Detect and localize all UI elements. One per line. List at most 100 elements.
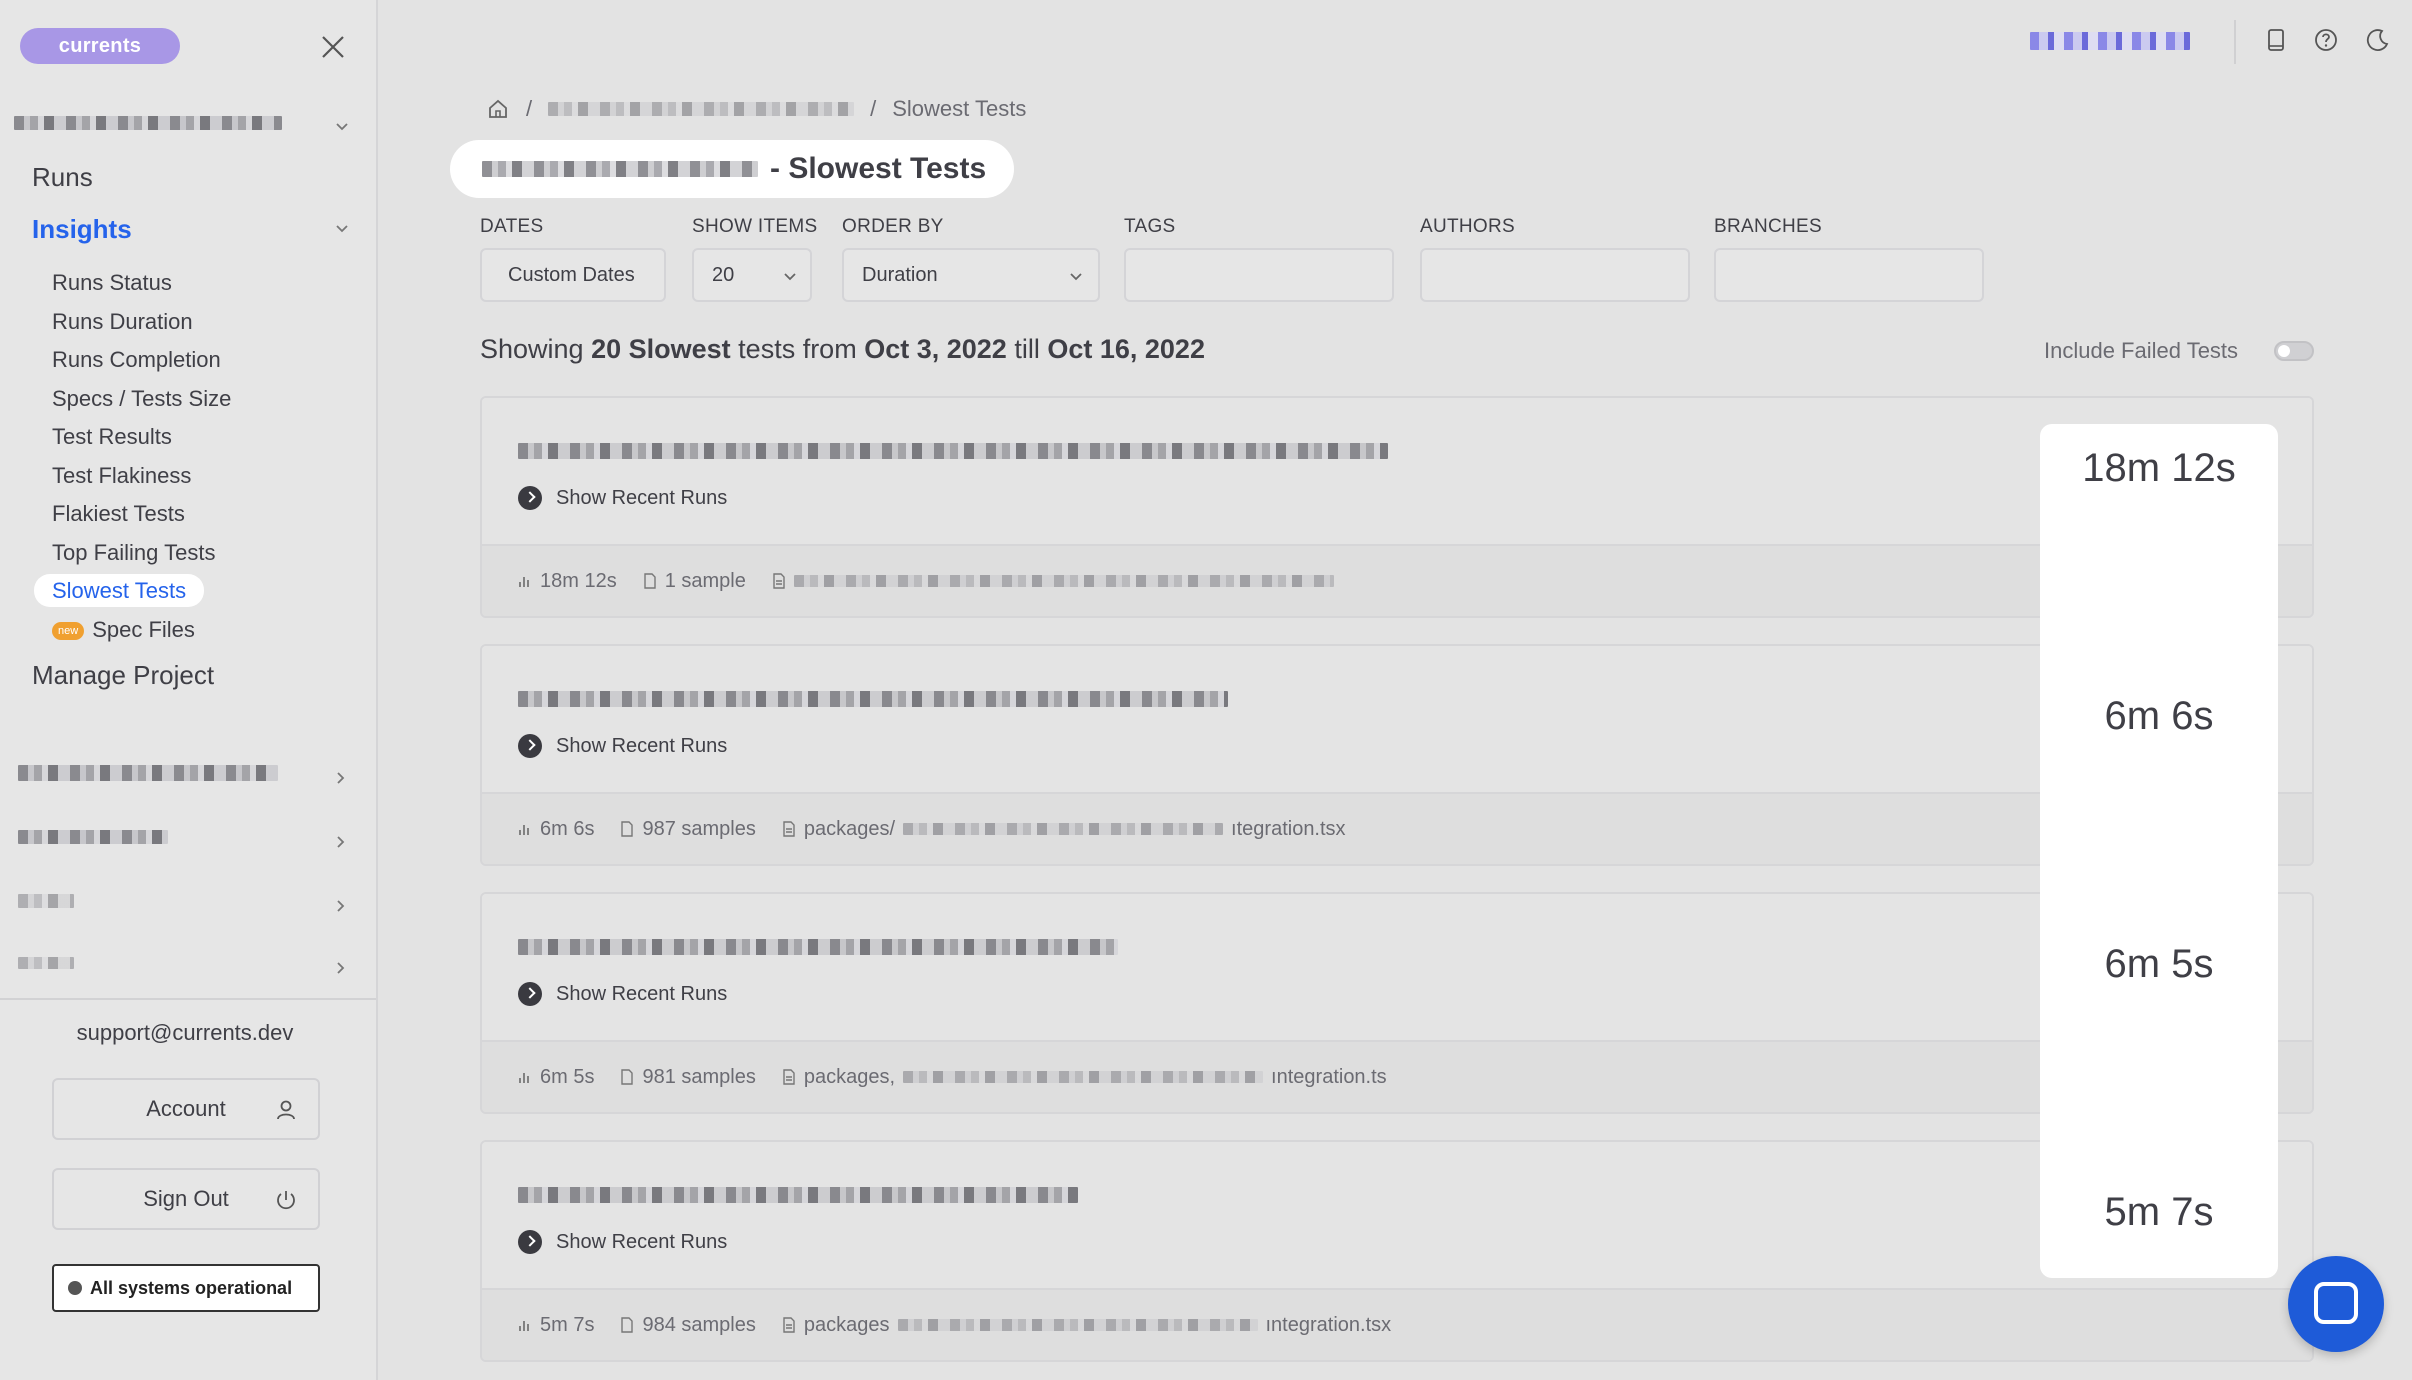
support-email[interactable]: support@currents.dev xyxy=(0,1020,370,1046)
test-title-redacted xyxy=(518,938,1118,956)
branches-label: BRANCHES xyxy=(1714,216,1822,237)
show-recent-runs-button[interactable]: Show Recent Runs xyxy=(518,1230,727,1254)
duration-meta: 18m 12s xyxy=(518,570,617,593)
test-title-redacted xyxy=(518,690,1228,708)
chevron-right-icon xyxy=(337,772,345,784)
moon-icon[interactable] xyxy=(2364,26,2392,54)
sidebar-item-test-results[interactable]: Test Results xyxy=(34,418,354,457)
duration-highlight xyxy=(2040,424,2278,1278)
breadcrumb-separator: / xyxy=(870,96,877,121)
document-icon xyxy=(783,821,795,837)
sidebar-org-item[interactable] xyxy=(18,828,358,858)
spec-file-meta[interactable]: packages/ıtegration.tsx xyxy=(782,818,1346,841)
summary-prefix: Showing xyxy=(480,334,584,364)
test-card-header: Show Recent Runs xyxy=(482,894,2312,1040)
sidebar-item-runs-status[interactable]: Runs Status xyxy=(34,264,354,303)
show-recent-runs-button[interactable]: Show Recent Runs xyxy=(518,982,727,1006)
authors-input[interactable] xyxy=(1420,248,1690,302)
sidebar-item-test-flakiness[interactable]: Test Flakiness xyxy=(34,457,354,496)
sidebar-org-item[interactable] xyxy=(18,764,358,794)
test-card: Show Recent Runs 6m 5s 981 samples packa… xyxy=(480,892,2314,1114)
order-by-select[interactable]: Duration xyxy=(842,248,1100,302)
test-card: Show Recent Runs 5m 7s 984 samples packa… xyxy=(480,1140,2314,1362)
file-icon xyxy=(621,1317,634,1333)
sidebar-item-top-failing-tests[interactable]: Top Failing Tests xyxy=(34,534,354,573)
page-title: - Slowest Tests xyxy=(450,140,1014,198)
test-card-meta: 6m 6s 987 samples packages/ıtegration.ts… xyxy=(482,792,2312,864)
sidebar-item-flakiest-tests[interactable]: Flakiest Tests xyxy=(34,495,354,534)
chevron-down-icon[interactable] xyxy=(332,218,352,238)
redacted-text xyxy=(18,764,278,781)
breadcrumb-separator: / xyxy=(526,96,533,121)
sign-out-button[interactable]: Sign Out xyxy=(52,1168,320,1230)
show-recent-runs-button[interactable]: Show Recent Runs xyxy=(518,734,727,758)
duration-meta: 6m 6s xyxy=(518,818,594,841)
new-badge: new xyxy=(52,621,85,640)
nav-runs[interactable]: Runs xyxy=(32,162,93,193)
spec-file-meta[interactable]: packages, ıntegration.ts xyxy=(782,1066,1387,1089)
chat-launcher-button[interactable] xyxy=(2288,1256,2384,1352)
redacted-text xyxy=(18,956,74,969)
show-recent-runs-label: Show Recent Runs xyxy=(556,1230,728,1253)
test-card-header: Show Recent Runs xyxy=(482,646,2312,792)
sidebar-item-runs-duration[interactable]: Runs Duration xyxy=(34,303,354,342)
duration-meta: 5m 7s xyxy=(518,1314,594,1337)
include-failed-toggle[interactable] xyxy=(2274,341,2314,361)
close-icon[interactable] xyxy=(318,32,348,62)
tags-input[interactable] xyxy=(1124,248,1394,302)
sidebar-item-runs-completion[interactable]: Runs Completion xyxy=(34,341,354,380)
nav-insights[interactable]: Insights xyxy=(32,214,132,245)
breadcrumb-project-redacted[interactable] xyxy=(548,102,855,116)
dates-button[interactable]: Custom Dates xyxy=(480,248,666,302)
spec-file-meta[interactable] xyxy=(772,573,1334,589)
test-duration: 5m 7s xyxy=(2104,1190,2214,1234)
authors-label: AUTHORS xyxy=(1420,216,1515,237)
spec-file-meta[interactable]: packages ıntegration.tsx xyxy=(782,1314,1391,1337)
chevron-right-icon xyxy=(518,734,542,758)
document-icon xyxy=(773,573,785,589)
chevron-right-icon xyxy=(337,900,345,912)
test-card-meta: 5m 7s 984 samples packages ıntegration.ts… xyxy=(482,1288,2312,1360)
account-button[interactable]: Account xyxy=(52,1078,320,1140)
power-icon xyxy=(277,1191,295,1210)
chevron-right-icon xyxy=(518,1230,542,1254)
nav-manage-project[interactable]: Manage Project xyxy=(32,660,214,691)
file-icon xyxy=(621,1069,634,1085)
branches-input[interactable] xyxy=(1714,248,1984,302)
sidebar-item-spec-files[interactable]: new Spec Files xyxy=(34,611,354,650)
show-items-label: SHOW ITEMS xyxy=(692,216,818,237)
sidebar-org-item[interactable] xyxy=(18,892,358,922)
user-icon xyxy=(277,1100,295,1120)
test-card-meta: 6m 5s 981 samples packages, ıntegration.t… xyxy=(482,1040,2312,1112)
order-by-label: ORDER BY xyxy=(842,216,944,237)
bar-chart-icon xyxy=(519,825,529,835)
order-by-value: Duration xyxy=(862,264,938,286)
summary-count: 20 Slowest xyxy=(591,334,731,364)
help-icon[interactable] xyxy=(2312,26,2340,54)
project-selector[interactable] xyxy=(14,114,354,138)
bar-chart-icon xyxy=(519,1073,529,1083)
redacted-text xyxy=(18,893,74,908)
sign-out-label: Sign Out xyxy=(143,1186,229,1211)
org-switcher[interactable] xyxy=(2030,32,2202,56)
home-icon[interactable] xyxy=(486,97,510,121)
chat-icon xyxy=(2314,1282,2358,1324)
insights-submenu: Runs Status Runs Duration Runs Completio… xyxy=(34,264,354,649)
show-items-select[interactable]: 20 xyxy=(692,248,812,302)
chevron-right-icon xyxy=(518,982,542,1006)
page-title-text: - Slowest Tests xyxy=(770,152,987,185)
sidebar-item-slowest-tests[interactable]: Slowest Tests xyxy=(34,572,354,611)
system-status-badge[interactable]: All systems operational xyxy=(52,1264,320,1312)
sidebar-item-specs-tests-size[interactable]: Specs / Tests Size xyxy=(34,380,354,419)
summary-to-date: Oct 16, 2022 xyxy=(1047,334,1205,364)
status-label: All systems operational xyxy=(90,1278,293,1298)
sidebar-org-item[interactable] xyxy=(18,954,358,984)
test-card: Show Recent Runs 6m 6s 987 samples packa… xyxy=(480,644,2314,866)
results-summary: Showing 20 Slowest tests from Oct 3, 202… xyxy=(480,334,1205,365)
redacted-text xyxy=(18,829,168,844)
file-icon xyxy=(621,821,634,837)
book-icon[interactable] xyxy=(2262,26,2290,54)
currents-logo[interactable]: currents xyxy=(20,28,180,64)
status-dot-icon xyxy=(68,1281,82,1295)
show-recent-runs-button[interactable]: Show Recent Runs xyxy=(518,486,727,510)
